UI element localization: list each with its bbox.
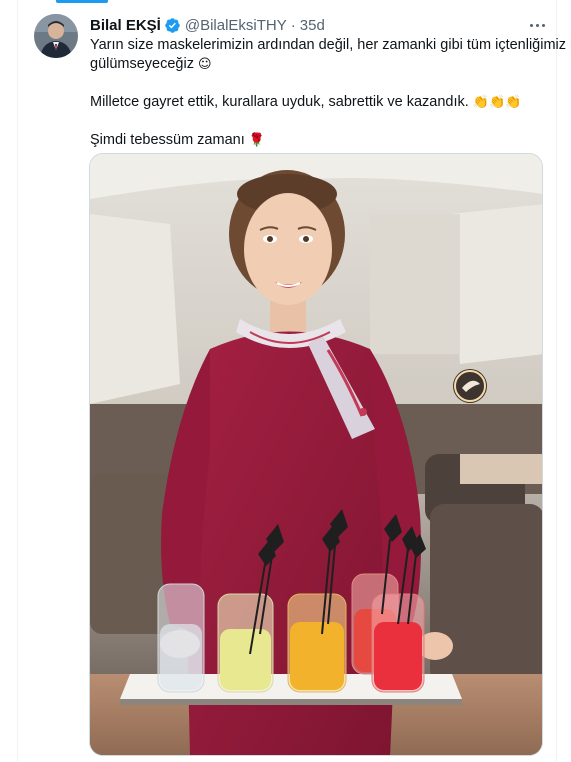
tweet-line: Yarın size maskelerimizin ardından değil… bbox=[90, 37, 571, 53]
tweet-photo[interactable] bbox=[89, 153, 543, 756]
tab-indicator bbox=[56, 0, 108, 3]
tweet-line: Şimdi tebessüm zamanı 🌹 bbox=[90, 132, 265, 148]
rose-emoji: 🌹 bbox=[248, 133, 265, 148]
more-options-icon[interactable] bbox=[525, 13, 549, 37]
tweet-text: Yarın size maskelerimizin ardından değil… bbox=[90, 36, 571, 150]
smiling-face-emoji: ☺ bbox=[198, 57, 212, 72]
tweet-line: Milletce gayret ettik, kurallara uyduk, … bbox=[90, 94, 522, 110]
clapping-hands-emoji: 👏👏👏 bbox=[472, 95, 522, 110]
timeline-right-border bbox=[556, 0, 557, 762]
separator-dot: · bbox=[290, 16, 296, 34]
avatar[interactable] bbox=[34, 14, 78, 58]
timeline-left-border bbox=[17, 0, 18, 762]
tweet-header: Bilal EKŞİ @BilalEksiTHY · 35d bbox=[90, 15, 325, 35]
author-handle[interactable]: @BilalEksiTHY bbox=[185, 17, 287, 34]
tweet-line: gülümseyeceğiz ☺ bbox=[90, 56, 212, 72]
timestamp[interactable]: 35d bbox=[300, 17, 325, 34]
author-name[interactable]: Bilal EKŞİ bbox=[90, 17, 161, 34]
verified-badge-icon bbox=[164, 17, 181, 34]
